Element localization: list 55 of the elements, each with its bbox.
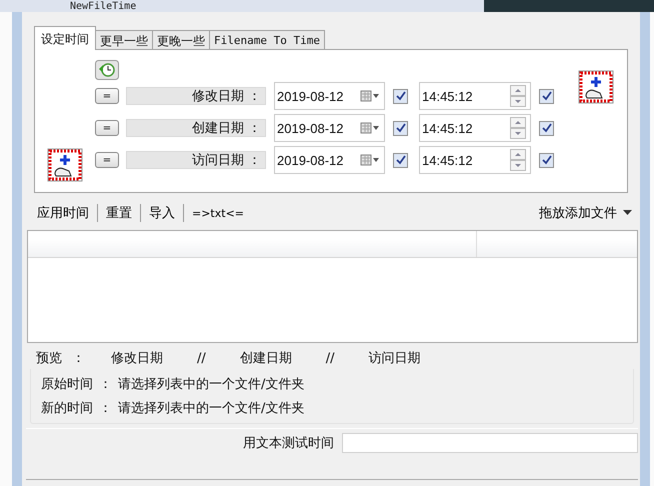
info-value: 请选择列表中的一个文件/文件夹 xyxy=(118,376,304,393)
calendar-dropdown-icon[interactable] xyxy=(360,90,380,102)
date-picker[interactable]: 2019-08-12 xyxy=(274,114,385,142)
colon-label: ： xyxy=(72,350,85,367)
spin-arrows-icon[interactable] xyxy=(510,149,526,171)
tab[interactable]: 更晚一些 xyxy=(152,30,210,50)
equals-button[interactable]: = xyxy=(95,152,119,168)
preview-column-label: // xyxy=(197,350,206,366)
date-type-label: 创建日期 xyxy=(192,120,244,137)
window-title: NewFileTime xyxy=(70,2,136,12)
tab[interactable]: Filename To Time xyxy=(209,30,325,50)
checkbox[interactable] xyxy=(539,88,554,104)
date-picker[interactable]: 2019-08-12 xyxy=(274,82,385,110)
colon-label: ： xyxy=(248,120,261,137)
calendar-dropdown-icon[interactable] xyxy=(360,154,380,166)
preview-label: 预览 xyxy=(36,350,62,367)
time-field[interactable]: 14:45:12 xyxy=(419,146,531,174)
toolbar-button[interactable]: =>txt<= xyxy=(184,206,252,220)
caret-icon xyxy=(623,210,632,216)
test-text-field[interactable] xyxy=(342,433,638,453)
checkbox[interactable] xyxy=(393,152,408,168)
colon-label: ： xyxy=(99,400,112,417)
preview-column-label: 创建日期 xyxy=(240,350,292,367)
equals-button[interactable]: = xyxy=(95,120,119,136)
time-field[interactable]: 14:45:12 xyxy=(419,82,531,110)
date-type-label: 修改日期 xyxy=(192,88,244,105)
equals-button[interactable]: = xyxy=(95,88,119,104)
calendar-dropdown-icon[interactable] xyxy=(360,122,380,134)
checkbox[interactable] xyxy=(539,152,554,168)
drop-menu-button[interactable]: 拖放添加文件 xyxy=(539,204,632,222)
date-picker[interactable]: 2019-08-12 xyxy=(274,146,385,174)
checkbox[interactable] xyxy=(393,88,408,104)
colon-label: ： xyxy=(99,376,112,393)
colon-label: ： xyxy=(248,152,261,169)
tab[interactable]: 设定时间 xyxy=(34,26,96,50)
colon-label: ： xyxy=(248,88,261,105)
date-type-label: 访问日期 xyxy=(192,152,244,169)
toolbar-button[interactable]: 重置 xyxy=(98,204,140,222)
spin-arrows-icon[interactable] xyxy=(510,117,526,139)
test-label: 用文本测试时间 xyxy=(243,435,334,452)
checkbox[interactable] xyxy=(539,120,554,136)
info-label: 新的时间 xyxy=(41,400,93,417)
info-label: 原始时间 xyxy=(41,376,93,393)
preview-column-label: 修改日期 xyxy=(111,350,163,367)
info-value: 请选择列表中的一个文件/文件夹 xyxy=(118,400,304,417)
calendar-grid-icon[interactable] xyxy=(578,70,614,104)
toolbar-button[interactable]: 导入 xyxy=(141,204,183,222)
calendar-grid-icon[interactable] xyxy=(47,148,83,182)
tab[interactable]: 更早一些 xyxy=(95,30,153,50)
toolbar-button[interactable]: 应用时间 xyxy=(29,204,97,222)
spin-arrows-icon[interactable] xyxy=(510,85,526,107)
preview-column-label: 访问日期 xyxy=(368,350,421,367)
checkbox[interactable] xyxy=(393,120,408,136)
preview-column-label: // xyxy=(326,350,335,366)
time-field[interactable]: 14:45:12 xyxy=(419,114,531,142)
